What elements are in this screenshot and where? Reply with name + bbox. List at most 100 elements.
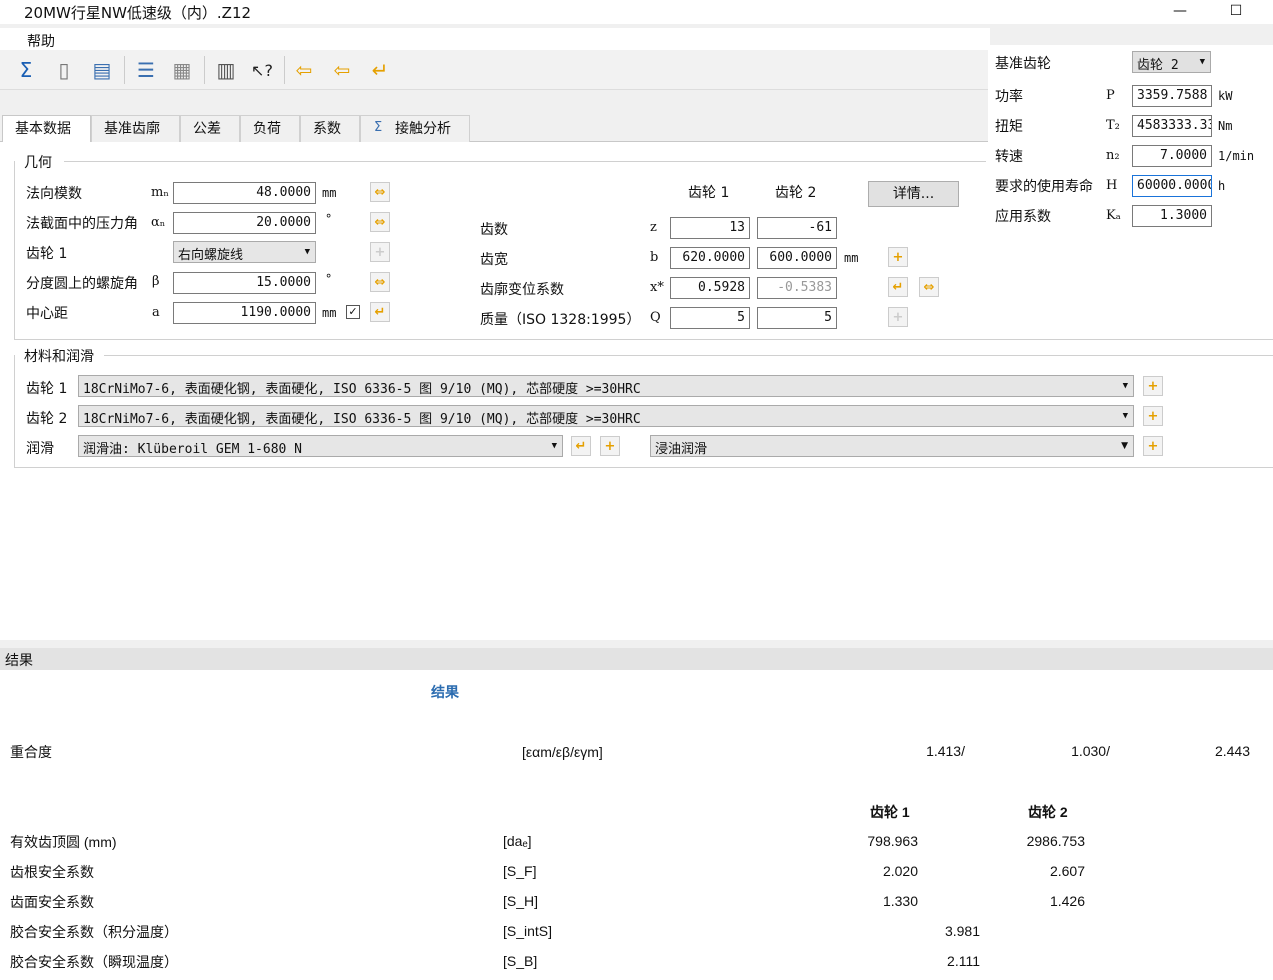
return-icon[interactable]: ↵	[366, 56, 394, 84]
center-distance-label: 中心距	[26, 306, 68, 322]
list-icon[interactable]: ☰	[132, 56, 160, 84]
plus-icon[interactable]: +	[1143, 406, 1163, 426]
material-gear1-select[interactable]: 18CrNiMo7-6, 表面硬化钢, 表面硬化, ISO 6336-5 图 9…	[78, 375, 1134, 397]
power-field[interactable]: 3359.7588	[1132, 85, 1212, 107]
life-field[interactable]: 60000.0000	[1132, 175, 1212, 197]
tab-reference-profile[interactable]: 基准齿廓	[91, 115, 180, 142]
group-divider	[104, 355, 1273, 356]
torque-symbol: T₂	[1106, 118, 1120, 133]
quality-gear1-field[interactable]: 5	[670, 307, 750, 329]
center-distance-checkbox[interactable]: ✓	[346, 305, 360, 319]
export-icon[interactable]: ⇦	[328, 56, 356, 84]
lubrication-type-value: 浸油润滑	[655, 442, 708, 457]
result-row-symbol: [S_B]	[503, 953, 538, 969]
face-width-label: 齿宽	[480, 252, 508, 268]
teeth-gear1-field[interactable]: 13	[670, 217, 750, 239]
help-cursor-icon[interactable]: ↖?	[248, 56, 276, 84]
ref-gear-select[interactable]: 齿轮 2 ▼	[1132, 51, 1211, 73]
toolbar-separator	[204, 56, 205, 84]
normal-module-label: 法向模数	[26, 186, 82, 202]
chevron-down-icon: ▼	[1122, 411, 1128, 421]
teeth-label: 齿数	[480, 222, 508, 238]
convert-icon[interactable]: ⇔	[370, 182, 390, 202]
result-row-label: 齿面安全系数	[10, 894, 94, 910]
contact-ratio-gamma: 2.443	[1214, 743, 1250, 759]
print-icon[interactable]: ▤	[88, 56, 116, 84]
tab-basic-data[interactable]: 基本数据	[2, 115, 91, 143]
material-gear2-select[interactable]: 18CrNiMo7-6, 表面硬化钢, 表面硬化, ISO 6336-5 图 9…	[78, 405, 1134, 427]
plus-icon[interactable]: +	[1143, 376, 1163, 396]
calculator-icon[interactable]: ▦	[168, 56, 196, 84]
chevron-down-icon: ▼	[304, 247, 310, 257]
face-width-gear1-field[interactable]: 620.0000	[670, 247, 750, 269]
profile-shift-gear1-field[interactable]: 0.5928	[670, 277, 750, 299]
helix-angle-field[interactable]: 15.0000	[173, 272, 316, 294]
helix-direction-value: 右向螺旋线	[178, 248, 244, 263]
profile-shift-label: 齿廓变位系数	[480, 282, 564, 298]
document-icon[interactable]: ▯	[50, 56, 78, 84]
column-gear2: 齿轮 2	[775, 185, 817, 201]
normal-module-symbol: mₙ	[151, 185, 169, 200]
normal-module-field[interactable]: 48.0000	[173, 182, 316, 204]
group-divider	[14, 467, 1273, 468]
face-width-symbol: b	[650, 250, 659, 265]
normal-module-unit: mm	[322, 186, 337, 200]
lubrication-type-select[interactable]: 浸油润滑 ▼	[650, 435, 1134, 457]
import-icon[interactable]: ⇦	[290, 56, 318, 84]
maximize-button[interactable]: ☐	[1216, 0, 1256, 24]
minimize-button[interactable]: —	[1160, 0, 1200, 24]
gear1-helix-label: 齿轮 1	[26, 246, 68, 262]
group-materials-title: 材料和润滑	[24, 349, 94, 365]
power-label: 功率	[995, 89, 1023, 105]
speed-field[interactable]: 7.0000	[1132, 145, 1212, 167]
face-width-gear2-field[interactable]: 600.0000	[757, 247, 837, 269]
book-icon[interactable]: ▥	[212, 56, 240, 84]
lubrication-label: 润滑	[26, 441, 54, 457]
quality-symbol: Q	[650, 310, 661, 325]
lubricant-select[interactable]: 润滑油: Klüberoil GEM 1-680 N ▼	[78, 435, 563, 457]
contact-ratio-symbol: [εαm/εβ/εγm]	[522, 744, 603, 760]
plus-icon[interactable]: +	[888, 247, 908, 267]
pressure-angle-symbol: αₙ	[151, 215, 166, 230]
return-icon[interactable]: ↵	[370, 302, 390, 322]
results-panel	[0, 670, 1273, 980]
teeth-gear2-field[interactable]: -61	[757, 217, 837, 239]
pressure-angle-field[interactable]: 20.0000	[173, 212, 316, 234]
tab-tolerances[interactable]: 公差	[180, 115, 240, 142]
return-icon[interactable]: ↵	[571, 436, 591, 456]
center-distance-symbol: a	[152, 305, 160, 320]
group-divider	[14, 339, 1273, 340]
plus-icon: +	[370, 242, 390, 262]
convert-icon[interactable]: ⇔	[370, 212, 390, 232]
menu-help[interactable]: 帮助	[27, 31, 55, 51]
chevron-down-icon: ▼	[551, 441, 557, 451]
speed-unit: 1/min	[1218, 149, 1255, 163]
tab-factors[interactable]: 系数	[300, 115, 360, 142]
convert-icon[interactable]: ⇔	[370, 272, 390, 292]
sum-icon[interactable]: Σ	[12, 56, 40, 84]
results-column-gear1: 齿轮 1	[870, 804, 910, 820]
plus-icon[interactable]: +	[600, 436, 620, 456]
group-border	[14, 161, 15, 339]
tab-load[interactable]: 负荷	[240, 115, 300, 142]
contact-ratio-label: 重合度	[10, 744, 52, 760]
return-icon[interactable]: ↵	[888, 277, 908, 297]
chevron-down-icon: ▼	[1199, 57, 1205, 67]
toolbar-separator	[124, 56, 125, 84]
result-row-symbol: [daₑ]	[503, 833, 532, 849]
helix-direction-select[interactable]: 右向螺旋线 ▼	[173, 241, 316, 263]
life-unit: h	[1218, 179, 1226, 193]
plus-icon[interactable]: +	[1143, 436, 1163, 456]
results-column-gear2: 齿轮 2	[1028, 804, 1068, 820]
profile-shift-gear2-field: -0.5383	[757, 277, 837, 299]
application-factor-field[interactable]: 1.3000	[1132, 205, 1212, 227]
face-width-unit: mm	[844, 251, 859, 265]
torque-field[interactable]: 4583333.33	[1132, 115, 1212, 137]
details-button[interactable]: 详情...	[868, 181, 959, 207]
chevron-down-icon: ▼	[1122, 381, 1128, 391]
center-distance-field[interactable]: 1190.0000	[173, 302, 316, 324]
quality-gear2-field[interactable]: 5	[757, 307, 837, 329]
power-unit: kW	[1218, 89, 1233, 103]
result-row-label: 胶合安全系数（瞬现温度）	[10, 954, 178, 970]
convert-icon[interactable]: ⇔	[919, 277, 939, 297]
